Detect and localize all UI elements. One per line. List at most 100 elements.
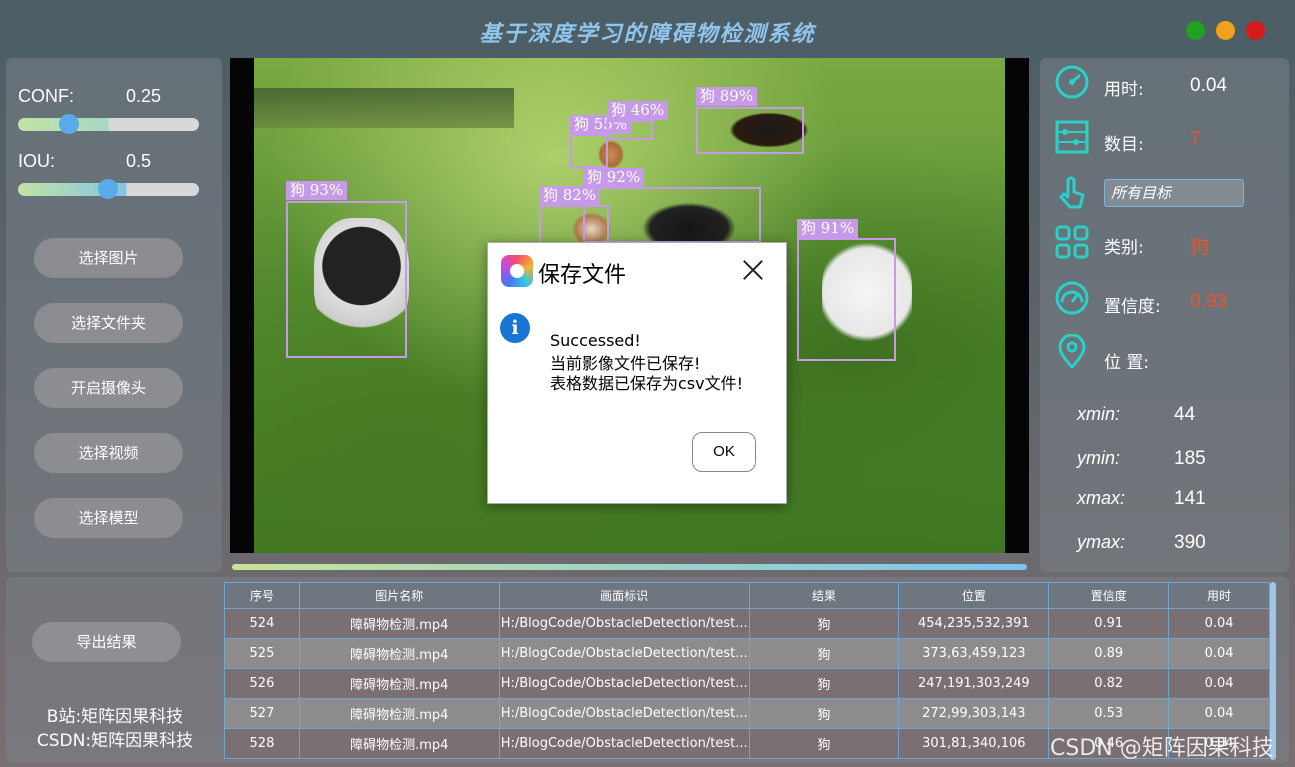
col-header-time[interactable]: 用时 — [1168, 582, 1270, 609]
cell-frame: H:/BlogCode/ObstacleDetection/test... — [498, 608, 750, 639]
cell-position: 247,191,303,249 — [898, 668, 1050, 699]
cell-filename: 障碍物检测.mp4 — [298, 608, 500, 639]
category-grid-icon — [1055, 225, 1089, 259]
ymax-label: ymax: — [1077, 532, 1126, 552]
cell-result: 狗 — [748, 608, 900, 639]
class-value: 狗 — [1190, 237, 1210, 258]
open-camera-button[interactable]: 开启摄像头 — [34, 368, 183, 408]
col-header-index[interactable]: 序号 — [224, 582, 300, 609]
select-image-button[interactable]: 选择图片 — [34, 238, 183, 278]
col-header-frame[interactable]: 画面标识 — [498, 582, 750, 609]
cell-position: 454,235,532,391 — [898, 608, 1050, 639]
bbox-label-6: 狗 82% — [539, 186, 601, 205]
select-video-button[interactable]: 选择视频 — [34, 433, 183, 473]
table-row[interactable]: 526 障碍物检测.mp4 H:/BlogCode/ObstacleDetect… — [224, 668, 1270, 699]
conf-slider[interactable] — [18, 114, 199, 134]
cell-position: 272,99,303,143 — [898, 698, 1050, 729]
iou-value: 0.5 — [126, 151, 152, 171]
cell-confidence: 0.53 — [1048, 698, 1170, 729]
cell-index: 528 — [224, 728, 300, 759]
target-select[interactable]: 所有目标 — [1104, 179, 1244, 207]
conf-slider-knob[interactable] — [59, 114, 79, 134]
bbox-4 — [696, 107, 804, 154]
cell-frame: H:/BlogCode/ObstacleDetection/test... — [498, 728, 750, 759]
iou-slider-knob[interactable] — [98, 179, 118, 199]
abacus-icon — [1055, 120, 1089, 154]
save-dialog: 保存文件 i Successed! 当前影像文件已保存! 表格数据已保存为csv… — [487, 242, 787, 504]
cell-index: 526 — [224, 668, 300, 699]
confidence-value: 0.93 — [1190, 291, 1227, 312]
cell-index: 525 — [224, 638, 300, 669]
touch-icon — [1059, 176, 1085, 209]
cell-frame: H:/BlogCode/ObstacleDetection/test... — [498, 668, 750, 699]
bbox-label-7: 狗 91% — [797, 219, 859, 238]
cell-confidence: 0.89 — [1048, 638, 1170, 669]
xmin-value: 44 — [1174, 404, 1196, 425]
class-label: 类别: — [1104, 238, 1144, 258]
cell-filename: 障碍物检测.mp4 — [298, 698, 500, 729]
cell-filename: 障碍物检测.mp4 — [298, 728, 500, 759]
dialog-message-line1: Successed! — [550, 331, 641, 350]
table-row[interactable]: 524 障碍物检测.mp4 H:/BlogCode/ObstacleDetect… — [224, 608, 1270, 639]
info-icon: i — [500, 313, 530, 343]
bbox-label-1: 狗 93% — [286, 181, 348, 200]
bbox-3 — [607, 120, 653, 140]
ymin-label: ymin: — [1077, 448, 1121, 468]
maximize-button[interactable] — [1186, 21, 1205, 40]
count-value: 7 — [1190, 129, 1201, 150]
cell-position: 301,81,340,106 — [898, 728, 1050, 759]
cell-time: 0.04 — [1168, 668, 1270, 699]
csdn-credit: CSDN:矩阵因果科技 — [36, 731, 194, 751]
bbox-5 — [583, 187, 761, 243]
cell-index: 524 — [224, 608, 300, 639]
col-header-confidence[interactable]: 置信度 — [1048, 582, 1170, 609]
col-header-position[interactable]: 位置 — [898, 582, 1050, 609]
col-header-filename[interactable]: 图片名称 — [298, 582, 500, 609]
table-row[interactable]: 525 障碍物检测.mp4 H:/BlogCode/ObstacleDetect… — [224, 638, 1270, 669]
select-folder-button[interactable]: 选择文件夹 — [34, 303, 183, 343]
cell-time: 0.04 — [1168, 698, 1270, 729]
dialog-title: 保存文件 — [538, 263, 627, 288]
watermark: CSDN @矩阵因果科技 — [1050, 736, 1274, 761]
time-label: 用时: — [1104, 80, 1144, 100]
conf-label: CONF: — [18, 86, 74, 106]
bbox-label-4: 狗 89% — [696, 87, 758, 106]
speedometer-icon — [1055, 65, 1089, 99]
ymin-value: 185 — [1174, 448, 1206, 469]
close-icon[interactable] — [740, 257, 766, 283]
fence-area — [254, 88, 514, 128]
xmax-value: 141 — [1174, 488, 1206, 509]
minimize-button[interactable] — [1216, 21, 1235, 40]
video-progress-bar[interactable] — [232, 564, 1027, 570]
cell-confidence: 0.82 — [1048, 668, 1170, 699]
cell-time: 0.04 — [1168, 608, 1270, 639]
col-header-result[interactable]: 结果 — [748, 582, 900, 609]
cell-result: 狗 — [748, 638, 900, 669]
bbox-label-5: 狗 92% — [583, 168, 645, 187]
app-logo-icon — [501, 255, 533, 287]
position-label: 位 置: — [1104, 353, 1150, 373]
xmax-label: xmax: — [1077, 488, 1126, 508]
table-row[interactable]: 527 障碍物检测.mp4 H:/BlogCode/ObstacleDetect… — [224, 698, 1270, 729]
cell-result: 狗 — [748, 668, 900, 699]
cell-filename: 障碍物检测.mp4 — [298, 638, 500, 669]
bbox-6 — [539, 205, 609, 245]
cell-position: 373,63,459,123 — [898, 638, 1050, 669]
iou-label: IOU: — [18, 151, 56, 171]
time-value: 0.04 — [1190, 75, 1227, 96]
count-label: 数目: — [1104, 135, 1144, 155]
cell-confidence: 0.91 — [1048, 608, 1170, 639]
close-button[interactable] — [1246, 21, 1265, 40]
export-results-button[interactable]: 导出结果 — [32, 622, 181, 662]
bbox-1 — [286, 201, 407, 358]
title-bar: 基于深度学习的障碍物检测系统 — [0, 0, 1295, 58]
app-title: 基于深度学习的障碍物检测系统 — [479, 21, 816, 47]
gauge-icon — [1055, 281, 1089, 315]
iou-slider[interactable] — [18, 179, 199, 199]
cell-frame: H:/BlogCode/ObstacleDetection/test... — [498, 698, 750, 729]
select-model-button[interactable]: 选择模型 — [34, 498, 183, 538]
bbox-label-3: 狗 46% — [607, 101, 669, 120]
xmin-label: xmin: — [1077, 404, 1121, 424]
location-pin-icon — [1058, 334, 1086, 370]
ok-button[interactable]: OK — [692, 432, 756, 472]
